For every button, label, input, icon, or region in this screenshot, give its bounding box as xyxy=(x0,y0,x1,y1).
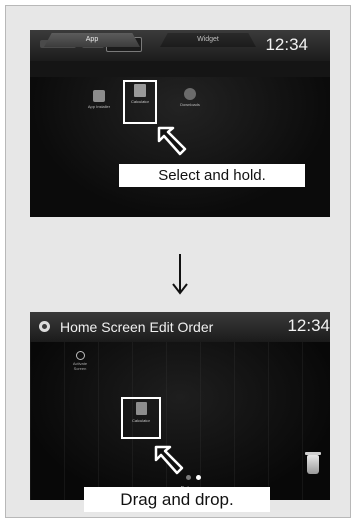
clock: 12:34 xyxy=(287,316,330,335)
downloads-icon xyxy=(184,88,196,100)
tab-strip xyxy=(30,61,330,77)
app-installer-tile[interactable]: App Installer xyxy=(84,90,114,109)
calculator-icon xyxy=(134,84,146,97)
down-arrow-icon xyxy=(172,254,188,295)
widget-tile[interactable]: Activate Screen xyxy=(70,351,90,371)
pointer-arrow-icon-2 xyxy=(154,445,184,475)
pointer-arrow-icon xyxy=(157,126,187,156)
page-dot-active[interactable] xyxy=(196,475,201,480)
trash-icon[interactable] xyxy=(305,452,321,474)
calculator-tile[interactable]: Calculator xyxy=(124,84,156,104)
widget-icon xyxy=(75,351,85,360)
tab-app[interactable]: App xyxy=(44,33,140,47)
downloads-label: Downloads xyxy=(180,102,200,107)
caption-select-and-hold: Select and hold. xyxy=(119,164,305,187)
edit-order-header: Home Screen Edit Order 12:34 xyxy=(30,312,330,342)
page-indicator xyxy=(186,467,206,485)
tab-widget[interactable]: Widget xyxy=(160,33,256,47)
page-dot[interactable] xyxy=(186,475,191,480)
calculator-tile-dragged[interactable]: Calculator xyxy=(123,402,159,423)
calculator-label: Calculator xyxy=(131,418,150,423)
clock: 12:34 xyxy=(265,35,308,54)
widget-label: Activate Screen xyxy=(72,361,88,371)
page-title: Home Screen Edit Order xyxy=(60,319,214,335)
app-installer-label: App Installer xyxy=(87,104,111,109)
installer-icon xyxy=(93,90,105,102)
calculator-label: Calculator xyxy=(130,99,149,104)
caption-drag-and-drop: Drag and drop. xyxy=(84,487,270,512)
back-icon[interactable] xyxy=(39,321,50,332)
calculator-icon xyxy=(135,402,147,415)
downloads-tile[interactable]: Downloads xyxy=(175,88,205,107)
